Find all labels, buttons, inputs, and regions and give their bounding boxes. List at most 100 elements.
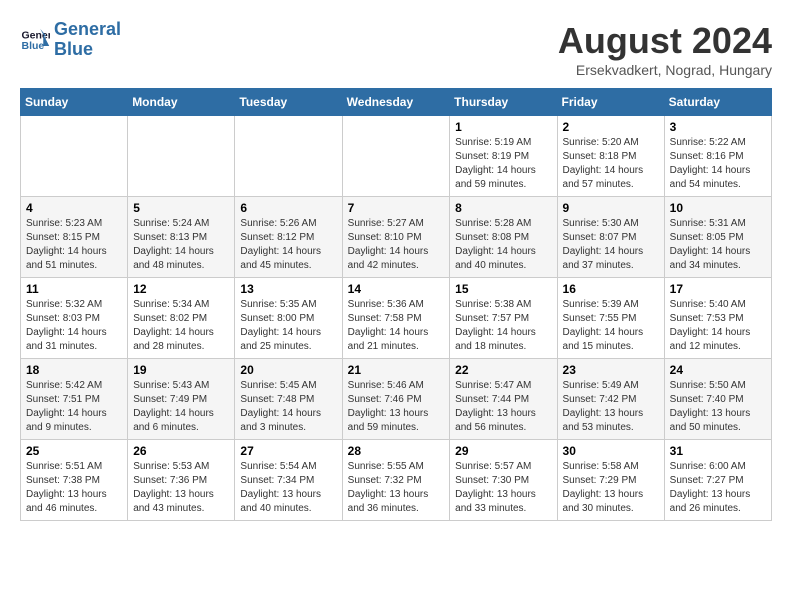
day-info: Sunrise: 5:35 AM Sunset: 8:00 PM Dayligh… — [240, 298, 336, 354]
day-number: 10 — [670, 201, 766, 215]
calendar-cell: 3Sunrise: 5:22 AM Sunset: 8:16 PM Daylig… — [664, 116, 771, 197]
day-number: 30 — [563, 444, 659, 458]
day-info: Sunrise: 5:34 AM Sunset: 8:02 PM Dayligh… — [133, 298, 229, 354]
day-number: 28 — [348, 444, 445, 458]
day-info: Sunrise: 6:00 AM Sunset: 7:27 PM Dayligh… — [670, 460, 766, 516]
logo: General Blue General Blue — [20, 20, 121, 60]
day-number: 29 — [455, 444, 551, 458]
location-subtitle: Ersekvadkert, Nograd, Hungary — [558, 62, 772, 78]
day-info: Sunrise: 5:43 AM Sunset: 7:49 PM Dayligh… — [133, 379, 229, 435]
calendar-cell: 6Sunrise: 5:26 AM Sunset: 8:12 PM Daylig… — [235, 197, 342, 278]
day-number: 9 — [563, 201, 659, 215]
day-number: 19 — [133, 363, 229, 377]
day-number: 23 — [563, 363, 659, 377]
logo-icon: General Blue — [20, 25, 50, 55]
day-info: Sunrise: 5:30 AM Sunset: 8:07 PM Dayligh… — [563, 217, 659, 273]
day-info: Sunrise: 5:26 AM Sunset: 8:12 PM Dayligh… — [240, 217, 336, 273]
weekday-friday: Friday — [557, 89, 664, 116]
calendar-cell: 25Sunrise: 5:51 AM Sunset: 7:38 PM Dayli… — [21, 440, 128, 521]
calendar-cell: 7 Sunrise: 5:27 AM Sunset: 8:10 PM Daylig… — [342, 197, 450, 278]
day-number: 21 — [348, 363, 445, 377]
calendar-cell: 15 Sunrise: 5:38 AM Sunset: 7:57 PM Dayli… — [450, 278, 557, 359]
month-title: August 2024 — [558, 20, 772, 62]
calendar-cell: 5 Sunrise: 5:24 AM Sunset: 8:13 PM Daylig… — [128, 197, 235, 278]
weekday-thursday: Thursday — [450, 89, 557, 116]
day-number: 16 — [563, 282, 659, 296]
calendar-cell — [235, 116, 342, 197]
calendar-cell: 12Sunrise: 5:34 AM Sunset: 8:02 PM Dayli… — [128, 278, 235, 359]
calendar-cell: 23 Sunrise: 5:49 AM Sunset: 7:42 PM Dayli… — [557, 359, 664, 440]
calendar-cell: 26 Sunrise: 5:53 AM Sunset: 7:36 PM Dayli… — [128, 440, 235, 521]
calendar-cell: 16Sunrise: 5:39 AM Sunset: 7:55 PM Dayli… — [557, 278, 664, 359]
day-info: Sunrise: 5:46 AM Sunset: 7:46 PM Dayligh… — [348, 379, 445, 435]
calendar-cell: 30 Sunrise: 5:58 AM Sunset: 7:29 PM Dayli… — [557, 440, 664, 521]
day-info: Sunrise: 5:40 AM Sunset: 7:53 PM Dayligh… — [670, 298, 766, 354]
calendar-cell: 10 Sunrise: 5:31 AM Sunset: 8:05 PM Dayli… — [664, 197, 771, 278]
weekday-monday: Monday — [128, 89, 235, 116]
day-info: Sunrise: 5:36 AM Sunset: 7:58 PM Dayligh… — [348, 298, 445, 354]
logo-text-line2: Blue — [54, 40, 121, 60]
day-info: Sunrise: 5:53 AM Sunset: 7:36 PM Dayligh… — [133, 460, 229, 516]
day-info: Sunrise: 5:27 AM Sunset: 8:10 PM Dayligh… — [348, 217, 445, 273]
day-info: Sunrise: 5:58 AM Sunset: 7:29 PM Dayligh… — [563, 460, 659, 516]
calendar-cell: 31Sunrise: 6:00 AM Sunset: 7:27 PM Dayli… — [664, 440, 771, 521]
weekday-header-row: SundayMondayTuesdayWednesdayThursdayFrid… — [21, 89, 772, 116]
calendar-cell — [342, 116, 450, 197]
calendar-week-4: 18 Sunrise: 5:42 AM Sunset: 7:51 PM Dayli… — [21, 359, 772, 440]
calendar-cell: 28 Sunrise: 5:55 AM Sunset: 7:32 PM Dayli… — [342, 440, 450, 521]
day-info: Sunrise: 5:49 AM Sunset: 7:42 PM Dayligh… — [563, 379, 659, 435]
calendar-cell: 17 Sunrise: 5:40 AM Sunset: 7:53 PM Dayli… — [664, 278, 771, 359]
day-number: 3 — [670, 120, 766, 134]
calendar-cell: 9 Sunrise: 5:30 AM Sunset: 8:07 PM Daylig… — [557, 197, 664, 278]
calendar-week-1: 1 Sunrise: 5:19 AM Sunset: 8:19 PM Daylig… — [21, 116, 772, 197]
calendar-cell: 14 Sunrise: 5:36 AM Sunset: 7:58 PM Dayli… — [342, 278, 450, 359]
day-info: Sunrise: 5:54 AM Sunset: 7:34 PM Dayligh… — [240, 460, 336, 516]
day-info: Sunrise: 5:55 AM Sunset: 7:32 PM Dayligh… — [348, 460, 445, 516]
calendar-header: SundayMondayTuesdayWednesdayThursdayFrid… — [21, 89, 772, 116]
weekday-tuesday: Tuesday — [235, 89, 342, 116]
day-info: Sunrise: 5:20 AM Sunset: 8:18 PM Dayligh… — [563, 136, 659, 192]
day-info: Sunrise: 5:24 AM Sunset: 8:13 PM Dayligh… — [133, 217, 229, 273]
day-number: 8 — [455, 201, 551, 215]
day-number: 11 — [26, 282, 122, 296]
day-number: 18 — [26, 363, 122, 377]
day-number: 1 — [455, 120, 551, 134]
day-info: Sunrise: 5:47 AM Sunset: 7:44 PM Dayligh… — [455, 379, 551, 435]
calendar-cell: 4Sunrise: 5:23 AM Sunset: 8:15 PM Daylig… — [21, 197, 128, 278]
title-section: August 2024 Ersekvadkert, Nograd, Hungar… — [558, 20, 772, 78]
svg-text:Blue: Blue — [22, 40, 45, 52]
day-number: 26 — [133, 444, 229, 458]
day-number: 14 — [348, 282, 445, 296]
calendar-cell — [21, 116, 128, 197]
calendar-cell: 8 Sunrise: 5:28 AM Sunset: 8:08 PM Daylig… — [450, 197, 557, 278]
calendar-cell: 13 Sunrise: 5:35 AM Sunset: 8:00 PM Dayli… — [235, 278, 342, 359]
calendar-cell: 21 Sunrise: 5:46 AM Sunset: 7:46 PM Dayli… — [342, 359, 450, 440]
day-info: Sunrise: 5:38 AM Sunset: 7:57 PM Dayligh… — [455, 298, 551, 354]
weekday-saturday: Saturday — [664, 89, 771, 116]
day-number: 5 — [133, 201, 229, 215]
calendar-cell: 19 Sunrise: 5:43 AM Sunset: 7:49 PM Dayli… — [128, 359, 235, 440]
day-info: Sunrise: 5:23 AM Sunset: 8:15 PM Dayligh… — [26, 217, 122, 273]
calendar-cell: 2 Sunrise: 5:20 AM Sunset: 8:18 PM Daylig… — [557, 116, 664, 197]
day-number: 17 — [670, 282, 766, 296]
calendar-cell: 24 Sunrise: 5:50 AM Sunset: 7:40 PM Dayli… — [664, 359, 771, 440]
day-info: Sunrise: 5:28 AM Sunset: 8:08 PM Dayligh… — [455, 217, 551, 273]
day-number: 22 — [455, 363, 551, 377]
day-number: 13 — [240, 282, 336, 296]
page-header: General Blue General Blue August 2024 Er… — [20, 20, 772, 78]
calendar-body: 1 Sunrise: 5:19 AM Sunset: 8:19 PM Daylig… — [21, 116, 772, 521]
calendar-week-3: 11Sunrise: 5:32 AM Sunset: 8:03 PM Dayli… — [21, 278, 772, 359]
calendar-week-2: 4Sunrise: 5:23 AM Sunset: 8:15 PM Daylig… — [21, 197, 772, 278]
weekday-wednesday: Wednesday — [342, 89, 450, 116]
calendar-table: SundayMondayTuesdayWednesdayThursdayFrid… — [20, 88, 772, 521]
day-number: 7 — [348, 201, 445, 215]
day-number: 15 — [455, 282, 551, 296]
day-number: 20 — [240, 363, 336, 377]
day-info: Sunrise: 5:19 AM Sunset: 8:19 PM Dayligh… — [455, 136, 551, 192]
day-number: 24 — [670, 363, 766, 377]
calendar-cell: 22 Sunrise: 5:47 AM Sunset: 7:44 PM Dayli… — [450, 359, 557, 440]
day-info: Sunrise: 5:31 AM Sunset: 8:05 PM Dayligh… — [670, 217, 766, 273]
day-info: Sunrise: 5:42 AM Sunset: 7:51 PM Dayligh… — [26, 379, 122, 435]
day-number: 2 — [563, 120, 659, 134]
day-info: Sunrise: 5:50 AM Sunset: 7:40 PM Dayligh… — [670, 379, 766, 435]
